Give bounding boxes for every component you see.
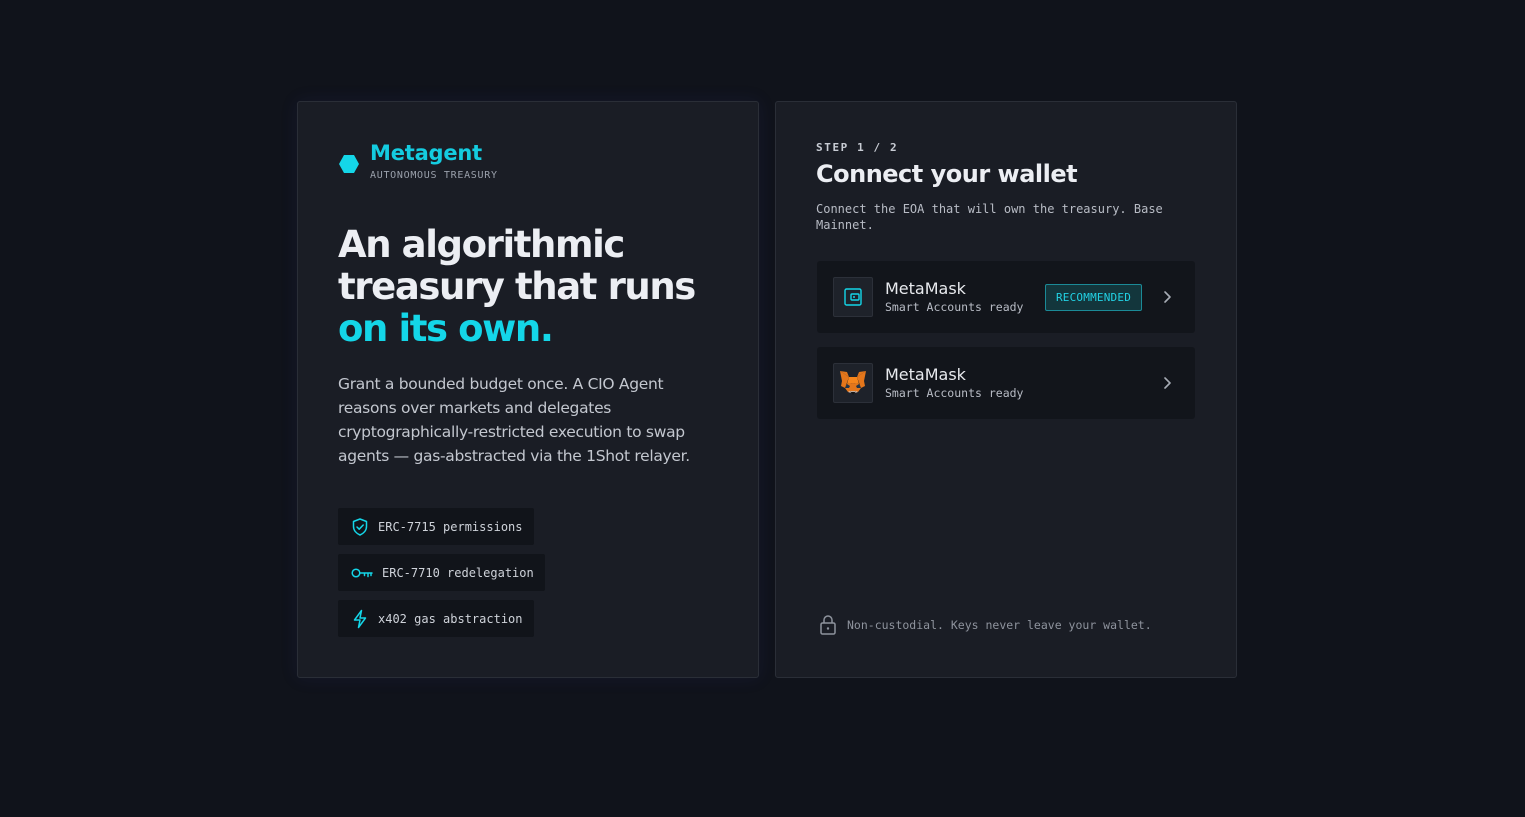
feature-item: ERC-7710 redelegation — [338, 554, 545, 591]
feature-label: ERC-7710 redelegation — [382, 565, 534, 580]
wallet-name: MetaMask — [885, 279, 966, 298]
wallet-option-metamask[interactable]: MetaMask Smart Accounts ready — [817, 347, 1195, 419]
shield-check-icon — [352, 517, 368, 536]
key-icon — [351, 567, 373, 578]
headline-line-2: treasury that runs — [338, 265, 696, 308]
hero-headline: An algorithmic treasury that runs on its… — [338, 224, 738, 350]
feature-list: ERC-7715 permissions ERC-7710 redelegati… — [338, 508, 545, 646]
feature-item: ERC-7715 permissions — [338, 508, 534, 545]
wallet-name: MetaMask — [885, 365, 966, 384]
brand: Metagent AUTONOMOUS TREASURY — [338, 140, 498, 181]
security-note-text: Non-custodial. Keys never leave your wal… — [847, 618, 1152, 632]
feature-label: ERC-7715 permissions — [378, 519, 523, 534]
page-title: Connect your wallet — [816, 160, 1078, 188]
intro-panel: Metagent AUTONOMOUS TREASURY An algorith… — [297, 101, 759, 678]
lightning-icon — [353, 609, 367, 628]
headline-accent: on its own. — [338, 307, 554, 350]
metamask-fox-icon — [833, 363, 873, 403]
wallet-option-metamask-recommended[interactable]: MetaMask Smart Accounts ready RECOMMENDE… — [817, 261, 1195, 333]
chevron-right-icon — [1164, 291, 1171, 303]
recommended-badge: RECOMMENDED — [1045, 284, 1142, 311]
feature-label: x402 gas abstraction — [378, 611, 523, 626]
wallet-subtitle: Smart Accounts ready — [885, 300, 1024, 314]
wallet-icon — [833, 277, 873, 317]
hexagon-logo-icon — [339, 155, 359, 173]
security-note: Non-custodial. Keys never leave your wal… — [818, 614, 1152, 636]
brand-tagline: AUTONOMOUS TREASURY — [370, 170, 498, 181]
connect-wallet-panel: STEP 1 / 2 Connect your wallet Connect t… — [775, 101, 1237, 678]
feature-item: x402 gas abstraction — [338, 600, 534, 637]
brand-name: Metagent — [370, 141, 483, 165]
chevron-right-icon — [1164, 377, 1171, 389]
wallet-subtitle: Smart Accounts ready — [885, 386, 1024, 400]
page-subtitle: Connect the EOA that will own the treasu… — [816, 202, 1163, 232]
headline-line-1: An algorithmic — [338, 223, 625, 266]
lock-icon — [820, 615, 836, 635]
hero-description: Grant a bounded budget once. A CIO Agent… — [338, 375, 690, 465]
step-indicator: STEP 1 / 2 — [816, 141, 899, 154]
